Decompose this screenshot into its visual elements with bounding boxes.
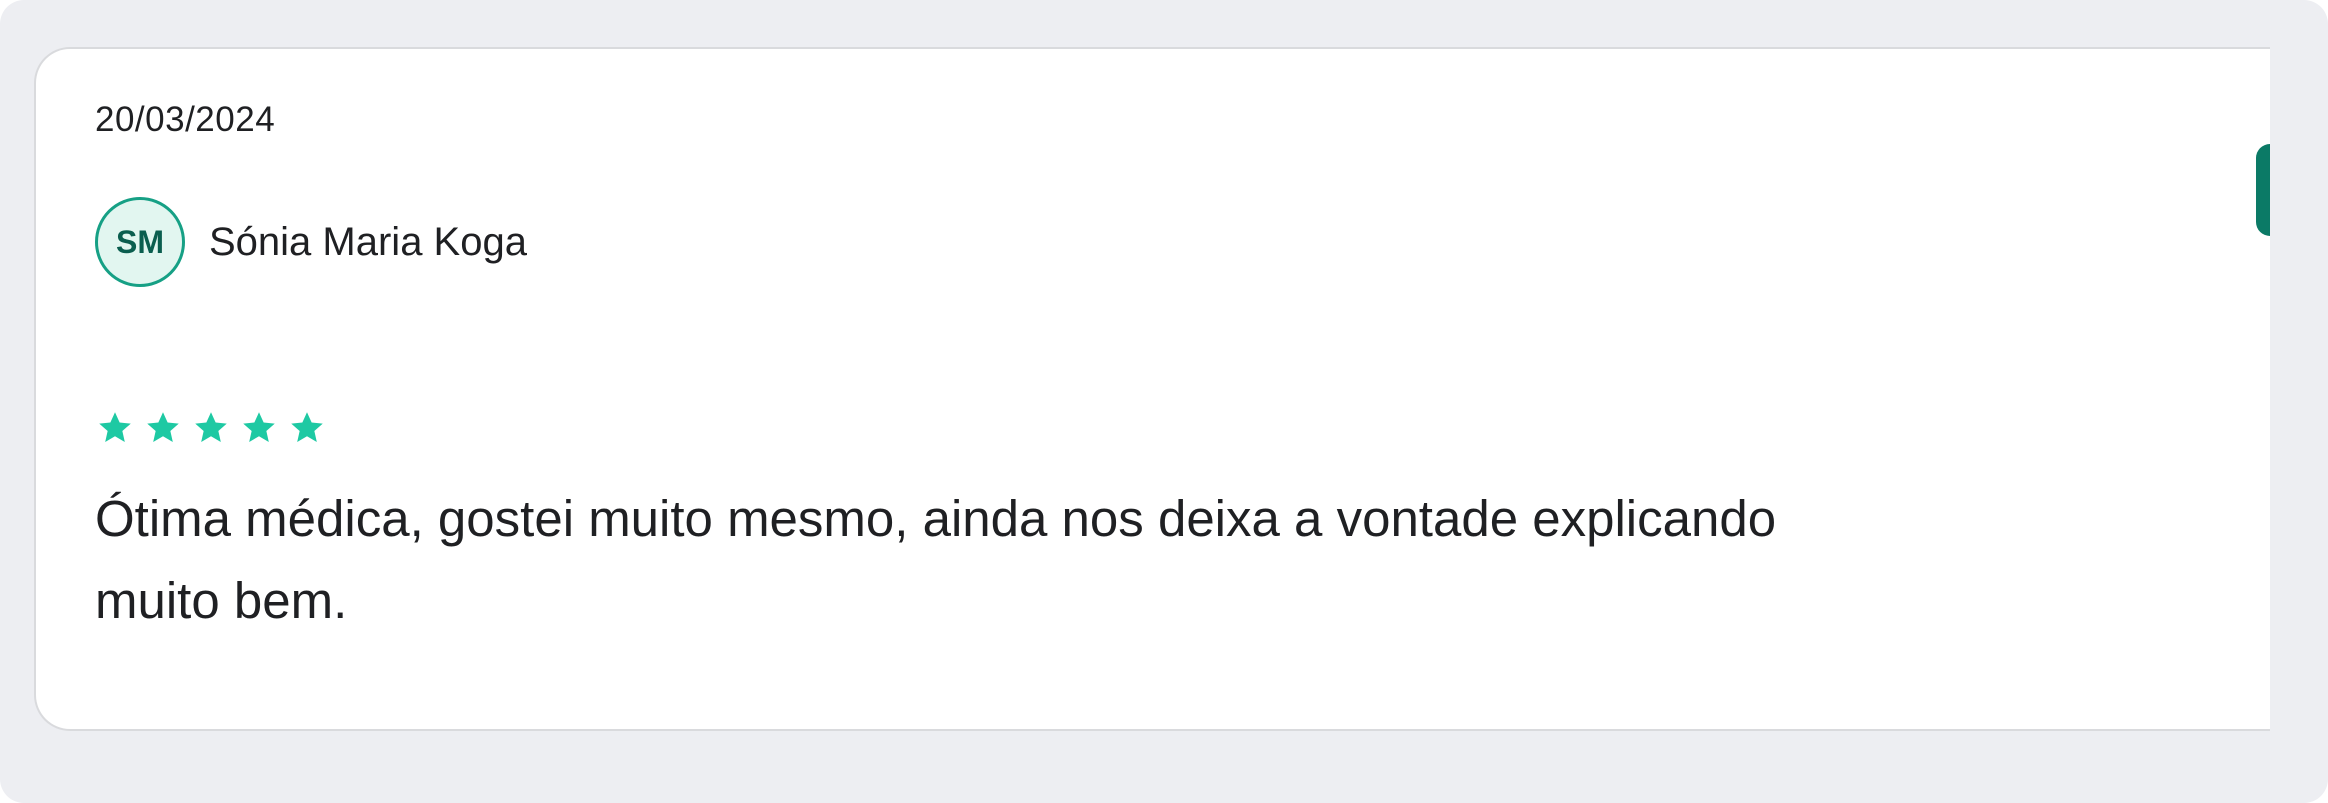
review-text-line: muito bem.	[95, 572, 348, 629]
review-text-line: Ótima médica, gostei muito mesmo, ainda …	[95, 490, 1777, 547]
star-rating	[97, 410, 325, 446]
page-background: 20/03/2024 SM Sónia Maria Koga Ótima méd…	[0, 0, 2328, 803]
avatar: SM	[95, 197, 185, 287]
star-icon	[195, 412, 227, 442]
card-overflow-mask	[2270, 47, 2328, 731]
star-icon	[291, 412, 323, 442]
star-icon	[243, 412, 275, 442]
star-icon	[99, 412, 131, 442]
reviewer-name: Sónia Maria Koga	[209, 219, 527, 264]
review-date: 20/03/2024	[95, 100, 276, 139]
star-icon	[147, 412, 179, 442]
review-text: Ótima médica, gostei muito mesmo, ainda …	[95, 478, 2055, 642]
carousel-next-edge[interactable]	[2256, 144, 2270, 236]
reviewer: SM Sónia Maria Koga	[95, 194, 527, 290]
